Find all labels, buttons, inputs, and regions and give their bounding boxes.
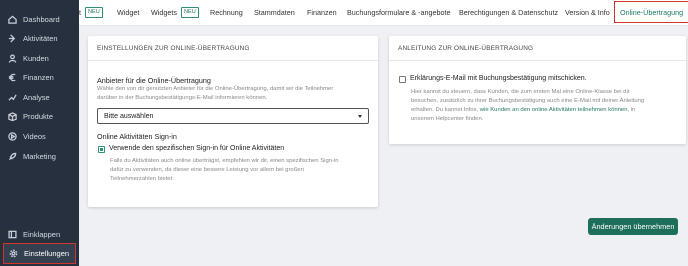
euro-icon <box>8 73 16 81</box>
tab-widgets[interactable]: Widgets NEU <box>151 0 199 24</box>
tab-label: Buchungsformulare & -angebote <box>347 7 451 17</box>
tab-finanzen[interactable]: Finanzen <box>307 0 337 24</box>
sidebar-item-label: Finanzen <box>23 72 54 82</box>
signin-checkbox-label: Verwende den spezifischen Sign-in für On… <box>109 145 285 152</box>
new-badge: NEU <box>180 6 199 18</box>
chevron-down-icon <box>358 115 362 118</box>
tab-version-info[interactable]: Version & Info <box>565 0 610 24</box>
sidebar-item-label: Kunden <box>23 53 49 63</box>
provider-label: Anbieter für die Online-Übertragung <box>97 76 211 85</box>
tab-label: Widget <box>117 7 140 17</box>
sidebar-item-produkte[interactable]: Produkte <box>8 108 53 124</box>
helpcenter-link[interactable]: wie Kunden an den online Aktivitäten tei… <box>480 107 628 113</box>
sidebar-item-label: Dashboard <box>23 14 60 24</box>
provider-select-value: Bitte auswählen <box>104 112 154 120</box>
tab-label: Version & Info <box>565 7 610 17</box>
sidebar-item-videos[interactable]: Videos <box>8 128 46 144</box>
guide-help-line-4: unserem Helpcenter finden. <box>411 116 484 122</box>
sidebar-item-label: Videos <box>23 131 46 141</box>
sidebar-item-dashboard[interactable]: Dashboard <box>8 11 60 27</box>
tab-widget[interactable]: Widget <box>117 0 139 24</box>
provider-select[interactable]: Bitte auswählen <box>97 108 369 124</box>
home-icon <box>8 15 17 24</box>
tab-label: Widgets <box>151 7 177 17</box>
user-icon <box>8 53 17 63</box>
signin-help-line-1: Falls du Aktivitäten auch online überträ… <box>110 158 339 164</box>
signin-checkbox[interactable] <box>98 146 105 153</box>
sidebar-item-label: Produkte <box>23 111 54 121</box>
sidebar-item-label: Marketing <box>23 151 56 161</box>
tab-truncated[interactable]: nt NEU <box>75 0 103 24</box>
provider-help-line-2: darüber in der Buchungsbestätigungs-E-Ma… <box>97 95 268 101</box>
sidebar-item-label: Aktivitäten <box>23 33 58 43</box>
card-title: ANLEITUNG ZUR ONLINE-ÜBERTRAGUNG <box>389 36 686 61</box>
settings-tab-bar: nt NEU Widget Widgets NEU Rechnung Stamm… <box>75 0 688 26</box>
signin-help-line-2: dafür zu verwenden, da dieser eine besse… <box>110 167 304 173</box>
sidebar-item-label: Einstellungen <box>24 249 70 258</box>
sidebar-item-aktivitaeten[interactable]: Aktivitäten <box>8 30 58 46</box>
sidebar-item-label: Analyse <box>23 92 50 102</box>
rocket-icon <box>8 152 17 160</box>
tab-label: Berechtigungen & Datenschutz <box>459 7 559 17</box>
guide-help-text: , in <box>627 107 636 113</box>
gear-icon <box>9 249 18 258</box>
guide-help-text: erhalten. Du kannst Infos, <box>411 107 480 113</box>
online-transfer-settings-card: EINSTELLUNGEN ZUR ONLINE-ÜBERTRAGUNG Anb… <box>88 36 378 207</box>
tab-stammdaten[interactable]: Stammdaten <box>254 0 295 24</box>
box-icon <box>8 111 17 121</box>
guide-help-line-3: erhalten. Du kannst Infos, wie Kunden an… <box>411 106 635 115</box>
card-title: EINSTELLUNGEN ZUR ONLINE-ÜBERTRAGUNG <box>88 36 378 61</box>
guide-help-line-2: besuchen, zusätzlich zu ihrer Buchungsbe… <box>411 98 645 104</box>
tab-label: nt <box>75 7 81 17</box>
chart-icon <box>8 93 17 101</box>
sidebar-item-finanzen[interactable]: Finanzen <box>8 69 54 85</box>
sidebar-collapse-label: Einklappen <box>23 229 61 239</box>
sidebar-item-marketing[interactable]: Marketing <box>8 148 56 164</box>
tab-berechtigungen[interactable]: Berechtigungen & Datenschutz <box>459 0 558 24</box>
tab-rechnung[interactable]: Rechnung <box>210 0 243 24</box>
explanation-email-checkbox[interactable] <box>399 76 406 83</box>
tab-label: Finanzen <box>307 7 337 17</box>
collapse-icon <box>8 230 17 238</box>
new-badge: NEU <box>85 6 103 18</box>
tab-buchungsformulare[interactable]: Buchungsformulare & -angebote <box>347 0 451 24</box>
signin-label: Online Aktivitäten Sign-in <box>97 132 177 141</box>
sidebar: Dashboard Aktivitäten Kunden Finanzen An… <box>0 0 79 266</box>
apply-changes-button[interactable]: Änderungen übernehmen <box>588 218 678 235</box>
sidebar-item-analyse[interactable]: Analyse <box>8 89 50 105</box>
tab-online-uebertragung[interactable]: Online-Übertragung <box>614 1 688 23</box>
sidebar-item-einstellungen[interactable]: Einstellungen <box>3 243 76 264</box>
signin-help-line-3: Teilnehmerzahlen bietet. <box>110 176 174 182</box>
tab-label: Rechnung <box>210 7 243 17</box>
explanation-email-label: Erklärungs-E-Mail mit Buchungsbestätigun… <box>410 75 587 82</box>
sidebar-collapse-button[interactable]: Einklappen <box>8 226 60 242</box>
provider-help-line-1: Wähle den von dir genutzten Anbieter für… <box>97 86 334 92</box>
tab-label: Online-Übertragung <box>620 7 684 17</box>
online-transfer-guide-card: ANLEITUNG ZUR ONLINE-ÜBERTRAGUNG Erkläru… <box>389 36 686 144</box>
sidebar-item-kunden[interactable]: Kunden <box>8 50 49 66</box>
play-icon <box>8 131 17 141</box>
activity-icon <box>8 33 16 43</box>
guide-help-line-1: Hier kannst du steuern, dass Kunden, die… <box>411 89 630 95</box>
tab-label: Stammdaten <box>254 7 295 17</box>
